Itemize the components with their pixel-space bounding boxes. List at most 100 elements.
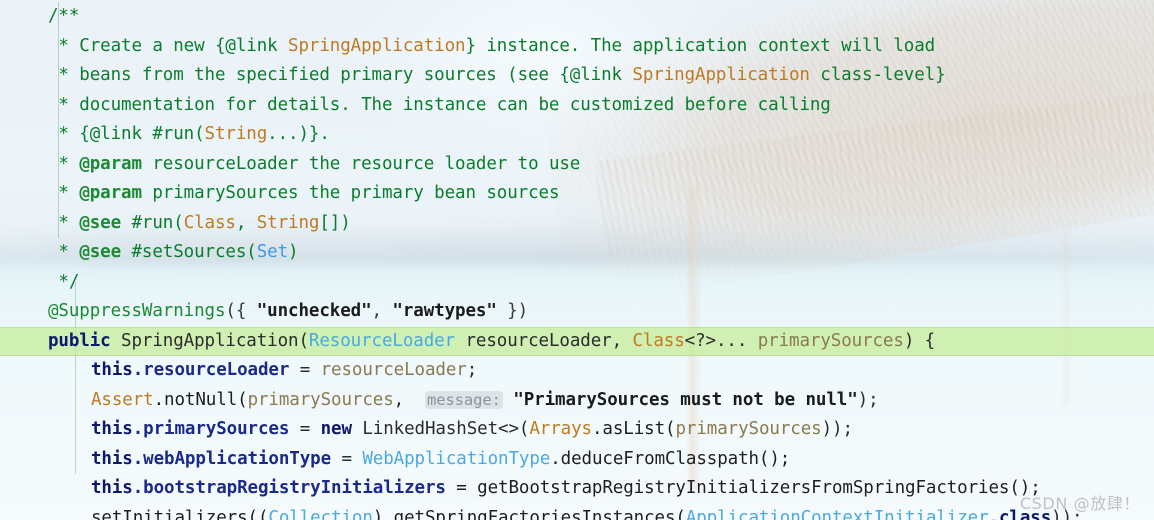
token-comment: ...)}. (267, 124, 330, 144)
code-line-annotation[interactable]: @SuppressWarnings({ "unchecked", "rawtyp… (0, 297, 1154, 327)
token-parameter: primarySources (757, 330, 904, 351)
token-parameter: primarySources (247, 389, 394, 410)
token-class: Arrays (529, 419, 592, 439)
code-line-caret[interactable]: public SpringApplication(ResourceLoader … (0, 326, 1154, 356)
token-javadoc-link: String (204, 124, 268, 144)
code-content[interactable]: /** * Create a new {@link SpringApplicat… (0, 0, 1154, 520)
token-punct: ({ (225, 301, 257, 321)
token-punct: , (393, 389, 425, 410)
code-line[interactable]: /** (0, 2, 1154, 32)
token-string: "PrimarySources must not be null" (513, 389, 858, 410)
token-javadoc-tag: @see (79, 212, 122, 233)
token-interface: ApplicationContextInitializer (685, 507, 989, 520)
code-line[interactable]: this.bootstrapRegistryInitializers = get… (0, 474, 1154, 504)
token-comment: * beans from the specified primary sourc… (48, 65, 633, 85)
token-comment: * (48, 212, 80, 233)
token-string: "unchecked" (256, 301, 372, 321)
token-comment: resourceLoader the resource loader to us… (141, 153, 581, 174)
token-parameter: resourceLoader (320, 360, 467, 380)
token-javadoc-tag: @param (79, 153, 142, 174)
token-punct: ; (466, 360, 478, 380)
token-method-call: .asList( (591, 419, 676, 439)
token-comment: ) (288, 242, 299, 262)
token-comment: * {@link #run( (48, 124, 205, 144)
inlay-parameter-hint: message: (424, 390, 503, 409)
token-enum-ref: WebApplicationType (362, 448, 551, 469)
token-comment: */ (48, 271, 80, 292)
token-javadoc-interface: Set (256, 242, 289, 262)
token-comment: * (48, 242, 80, 262)
token-javadoc-tag: @see (79, 242, 122, 262)
token-punct: )); (1051, 507, 1083, 520)
token-field: .resourceLoader (132, 360, 290, 380)
code-editor[interactable]: /** * Create a new {@link SpringApplicat… (0, 0, 1154, 520)
token-string: "rawtypes" (392, 301, 497, 321)
token-method-call: ) getSpringFactoriesInstances( (372, 507, 686, 520)
code-line[interactable]: this.webApplicationType = WebApplication… (0, 445, 1154, 475)
token-method-call: setInitializers(( (91, 507, 269, 520)
token-keyword-this: this (91, 448, 133, 469)
token-class: Assert (91, 389, 154, 410)
token-keyword-this: this (91, 360, 133, 380)
token-field: .primarySources (132, 419, 290, 439)
token-keyword-class: .class (988, 507, 1052, 520)
token-javadoc-tag: @param (79, 183, 142, 203)
token-keyword-this: this (91, 419, 133, 439)
token-punct: )); (821, 419, 853, 439)
token-comment: []) (319, 212, 351, 233)
token-comment: * (48, 183, 80, 203)
code-line[interactable]: this.primarySources = new LinkedHashSet<… (0, 415, 1154, 445)
token-method-call: = getBootstrapRegistryInitializersFromSp… (445, 478, 1041, 498)
code-line[interactable]: * Create a new {@link SpringApplication}… (0, 32, 1154, 62)
token-keyword-this: this (91, 478, 133, 498)
token-type: LinkedHashSet<>( (351, 419, 530, 439)
token-method-call: .deduceFromClasspath(); (550, 448, 791, 469)
token-comment: primarySources the primary bean sources (141, 183, 560, 203)
token-javadoc-link: SpringApplication (288, 35, 466, 56)
token-comment: * Create a new {@link (48, 35, 289, 56)
token-comment: #run( (121, 212, 184, 233)
token-method-declaration: SpringApplication( (110, 330, 309, 351)
code-line[interactable]: * @param resourceLoader the resource loa… (0, 150, 1154, 180)
token-comment: * (48, 153, 80, 174)
token-operator: = (289, 419, 321, 439)
token-comment: #setSources( (121, 242, 257, 262)
token-comment: class-level} (809, 65, 946, 85)
token-generic: <?>... (684, 330, 758, 351)
code-line[interactable]: */ (0, 268, 1154, 298)
code-line[interactable]: * @see #setSources(Set) (0, 238, 1154, 268)
token-punct: ) { (903, 330, 936, 351)
code-line[interactable]: * @param primarySources the primary bean… (0, 179, 1154, 209)
code-line[interactable]: setInitializers((Collection) getSpringFa… (0, 504, 1154, 520)
token-comment: * documentation for details. The instanc… (48, 94, 831, 115)
code-line[interactable]: Assert.notNull(primarySources, message: … (0, 386, 1154, 416)
code-line[interactable]: * documentation for details. The instanc… (0, 91, 1154, 121)
code-line[interactable]: this.resourceLoader = resourceLoader; (0, 356, 1154, 386)
token-keyword-new: new (320, 419, 352, 439)
code-line[interactable]: * @see #run(Class, String[]) (0, 209, 1154, 239)
token-class: Class (632, 330, 685, 351)
code-line[interactable]: * beans from the specified primary sourc… (0, 61, 1154, 91)
token-comment: , (235, 212, 257, 233)
token-annotation: @SuppressWarnings (48, 301, 226, 321)
token-operator: = (289, 360, 321, 380)
token-param-decl: resourceLoader, (455, 330, 633, 351)
token-comment: /** (48, 6, 80, 26)
token-parameter: primarySources (675, 419, 822, 439)
token-operator: = (331, 448, 363, 469)
token-javadoc-link: String (256, 212, 320, 233)
token-interface: ResourceLoader (308, 330, 456, 351)
token-javadoc-link: SpringApplication (632, 65, 810, 85)
code-line[interactable]: * {@link #run(String...)}. (0, 120, 1154, 150)
token-comment: } instance. The application context will… (465, 35, 936, 56)
token-javadoc-link: Class (183, 212, 236, 233)
token-field: .bootstrapRegistryInitializers (132, 478, 446, 498)
token-keyword: public (48, 330, 111, 351)
token-method-call: .notNull( (153, 389, 248, 410)
token-punct: ); (857, 389, 879, 410)
token-punct: , (371, 301, 393, 321)
token-field: .webApplicationType (132, 448, 332, 469)
token-interface: Collection (268, 507, 373, 520)
token-punct: }) (496, 301, 529, 321)
